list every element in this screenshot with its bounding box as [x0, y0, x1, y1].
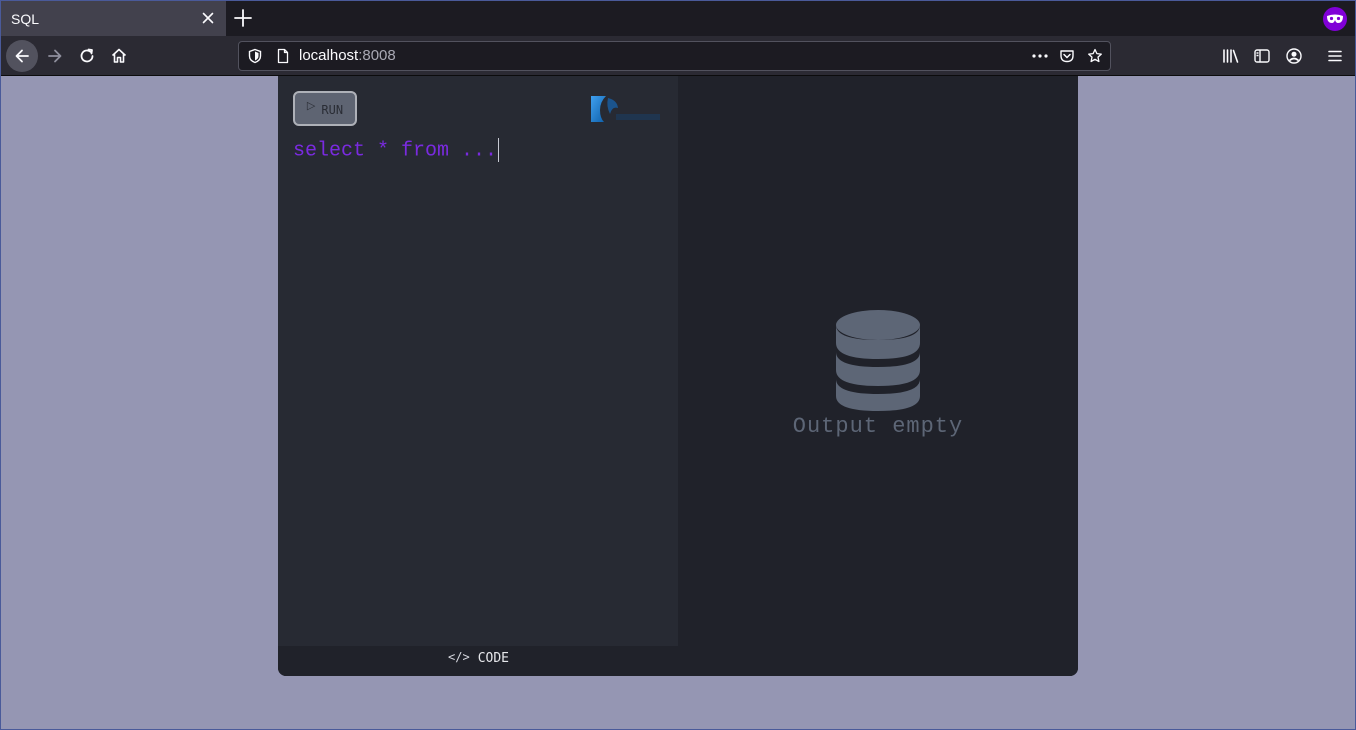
code-tab-label: CODE [477, 651, 509, 666]
sql-app: ▷ RUN select * from ... Output empty </>… [278, 76, 1078, 676]
text-caret [498, 138, 500, 162]
output-pane: Output empty [678, 76, 1078, 646]
code-icon: </> [448, 649, 470, 664]
shield-icon[interactable] [247, 48, 263, 68]
browser-tab[interactable]: SQL [1, 1, 226, 36]
run-label: RUN [321, 102, 344, 117]
url-port: :8008 [358, 47, 396, 64]
more-actions-icon[interactable] [1031, 48, 1049, 68]
account-icon[interactable] [1284, 46, 1304, 66]
play-icon: ▷ [306, 99, 316, 112]
close-icon[interactable] [200, 10, 216, 26]
star-icon[interactable] [1087, 48, 1103, 68]
app-logo [590, 94, 662, 126]
run-button[interactable]: ▷ RUN [293, 91, 357, 126]
tab-title: SQL [11, 10, 40, 27]
library-icon[interactable] [1221, 46, 1241, 66]
reload-icon[interactable] [71, 40, 103, 72]
hamburger-menu-icon[interactable] [1325, 46, 1345, 66]
code-tab[interactable]: </> CODE [448, 649, 509, 667]
output-empty-message: Output empty [792, 414, 964, 439]
url-host: localhost [299, 47, 359, 64]
url-bar[interactable]: localhost:8008 [238, 41, 1111, 71]
tab-bar: SQL [0, 0, 1356, 36]
editor-pane: ▷ RUN select * from ... [278, 76, 678, 646]
home-icon[interactable] [103, 40, 135, 72]
code-editor[interactable]: select * from ... [293, 138, 500, 163]
page-icon[interactable] [275, 48, 291, 68]
private-browsing-icon [1323, 7, 1347, 31]
plus-icon[interactable] [232, 7, 254, 29]
pocket-icon[interactable] [1059, 48, 1075, 68]
navigation-toolbar: localhost:8008 [0, 36, 1356, 76]
footer-bar: </> CODE [278, 646, 1078, 676]
arrow-right-icon[interactable] [39, 40, 71, 72]
database-icon [834, 308, 922, 412]
code-text: select * from ... [293, 139, 498, 163]
arrow-left-icon[interactable] [6, 40, 38, 72]
sidebar-icon[interactable] [1252, 46, 1272, 66]
url-text[interactable]: localhost:8008 [299, 47, 396, 64]
